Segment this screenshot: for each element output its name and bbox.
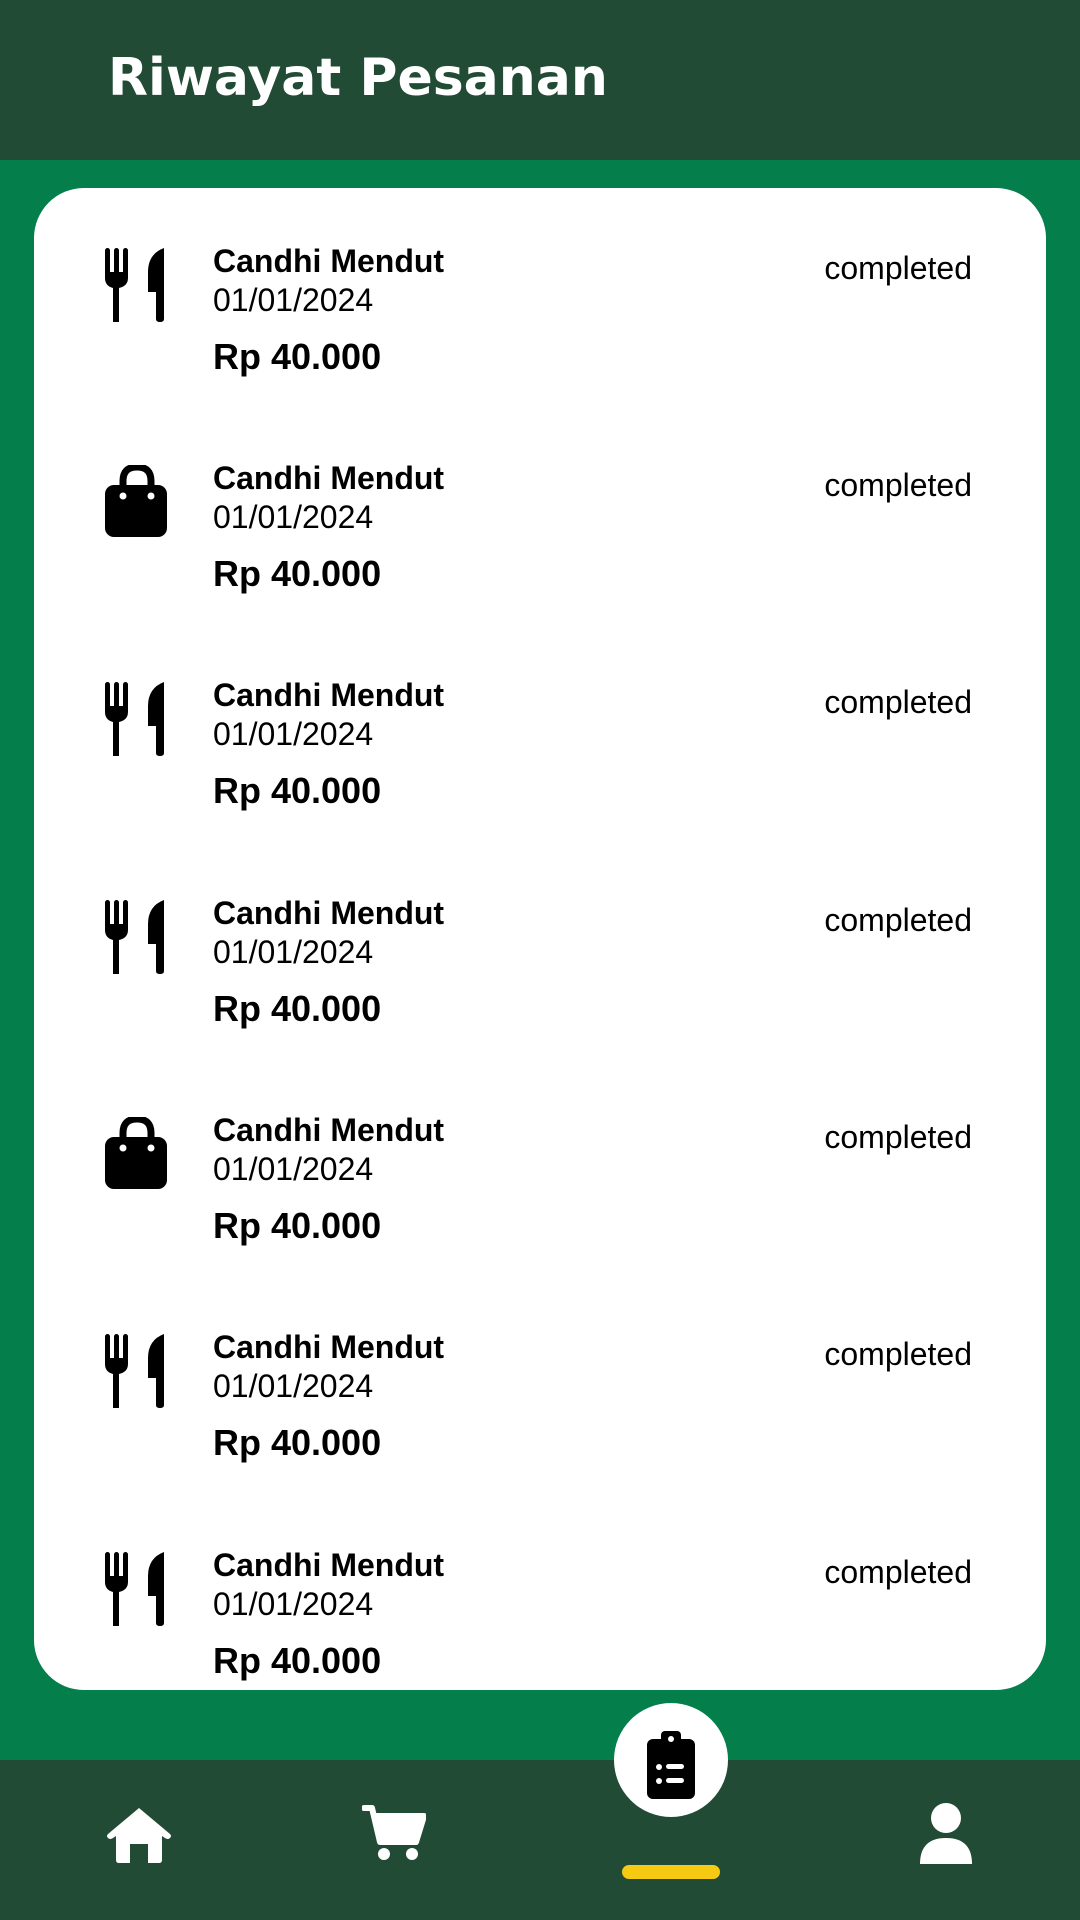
order-status: completed (824, 1554, 972, 1590)
nav-profile-button[interactable] (918, 1802, 974, 1866)
order-date: 01/01/2024 (213, 934, 374, 970)
fork-knife-icon (104, 682, 170, 756)
restaurant-name: Candhi Mendut (213, 677, 445, 713)
user-icon (920, 1803, 972, 1864)
order-status: completed (824, 1336, 972, 1372)
order-date: 01/01/2024 (213, 499, 374, 535)
active-tab-indicator (622, 1865, 720, 1879)
shopping-bag-icon (104, 1117, 170, 1191)
fork-knife-icon (104, 900, 170, 974)
page-title: Riwayat Pesanan (108, 48, 608, 108)
order-price: Rp 40.000 (213, 770, 382, 811)
order-price: Rp 40.000 (213, 1640, 382, 1681)
clipboard-list-icon (647, 1731, 695, 1799)
order-history-list[interactable]: Candhi Mendut 01/01/2024 Rp 40.000 compl… (34, 188, 1046, 1690)
home-icon (107, 1808, 171, 1863)
order-list-item[interactable]: Candhi Mendut 01/01/2024 Rp 40.000 compl… (34, 1057, 1046, 1257)
order-price: Rp 40.000 (213, 988, 382, 1029)
restaurant-name: Candhi Mendut (213, 1547, 445, 1583)
restaurant-name: Candhi Mendut (213, 895, 445, 931)
bottom-navigation (0, 1760, 1080, 1920)
order-status: completed (824, 1119, 972, 1155)
fork-knife-icon (104, 1334, 170, 1408)
order-list-item[interactable]: Candhi Mendut 01/01/2024 Rp 40.000 compl… (34, 1492, 1046, 1690)
shopping-bag-icon (104, 465, 170, 539)
order-price: Rp 40.000 (213, 553, 382, 594)
order-date: 01/01/2024 (213, 282, 374, 318)
nav-cart-button[interactable] (362, 1804, 426, 1862)
restaurant-name: Candhi Mendut (213, 1112, 445, 1148)
nav-orders-button[interactable] (614, 1703, 728, 1817)
restaurant-name: Candhi Mendut (213, 460, 445, 496)
order-date: 01/01/2024 (213, 1368, 374, 1404)
nav-home-button[interactable] (106, 1806, 172, 1864)
app-header: Riwayat Pesanan (0, 0, 1080, 160)
order-list-item[interactable]: Candhi Mendut 01/01/2024 Rp 40.000 compl… (34, 840, 1046, 1040)
order-price: Rp 40.000 (213, 336, 382, 377)
order-date: 01/01/2024 (213, 1151, 374, 1187)
order-date: 01/01/2024 (213, 1586, 374, 1622)
order-status: completed (824, 250, 972, 286)
order-date: 01/01/2024 (213, 716, 374, 752)
order-status: completed (824, 684, 972, 720)
order-price: Rp 40.000 (213, 1422, 382, 1463)
order-status: completed (824, 467, 972, 503)
order-status: completed (824, 902, 972, 938)
restaurant-name: Candhi Mendut (213, 243, 445, 279)
cart-icon (362, 1805, 426, 1860)
order-list-item[interactable]: Candhi Mendut 01/01/2024 Rp 40.000 compl… (34, 405, 1046, 605)
order-list-item[interactable]: Candhi Mendut 01/01/2024 Rp 40.000 compl… (34, 188, 1046, 388)
restaurant-name: Candhi Mendut (213, 1329, 445, 1365)
order-list-item[interactable]: Candhi Mendut 01/01/2024 Rp 40.000 compl… (34, 1274, 1046, 1474)
fork-knife-icon (104, 1552, 170, 1626)
fork-knife-icon (104, 248, 170, 322)
order-list-item[interactable]: Candhi Mendut 01/01/2024 Rp 40.000 compl… (34, 622, 1046, 822)
order-price: Rp 40.000 (213, 1205, 382, 1246)
